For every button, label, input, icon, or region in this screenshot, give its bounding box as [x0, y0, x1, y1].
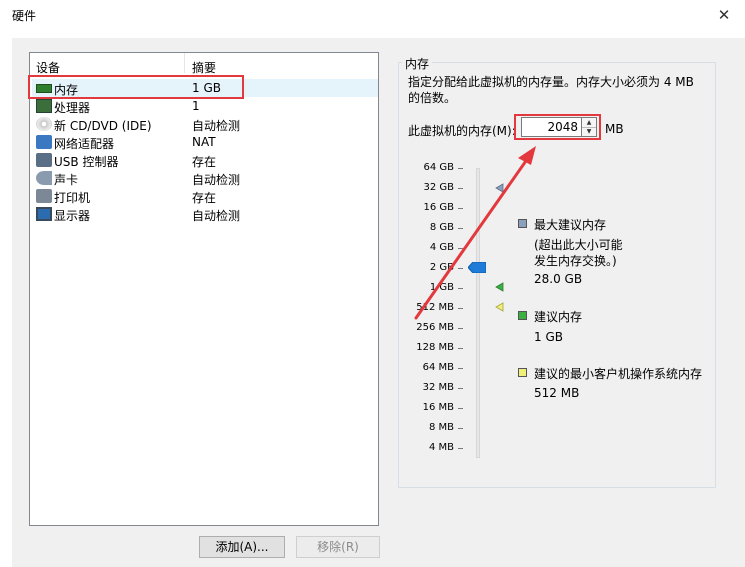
scale-label: 8 MB — [428, 422, 454, 433]
scale-tick — [458, 328, 463, 329]
network-adapter-icon — [36, 135, 52, 149]
recommended-legend-value: 1 GB — [534, 330, 563, 344]
device-name: USB 控制器 — [54, 155, 119, 169]
device-list: 设备 摘要 内存 1 GB 处理器 1 新 CD/DVD (IDE) 自动检测 … — [29, 52, 379, 526]
remove-button[interactable]: 移除(R) — [296, 536, 380, 558]
device-name: 新 CD/DVD (IDE) — [54, 119, 152, 133]
scale-tick — [458, 388, 463, 389]
device-row-network-adapter[interactable]: 网络适配器 NAT — [32, 133, 378, 151]
memory-group-title: 内存 — [402, 55, 433, 72]
display-icon — [36, 207, 52, 221]
scale-tick — [458, 188, 463, 189]
recommended-marker — [495, 282, 504, 292]
minimum-legend-swatch — [518, 368, 527, 377]
device-summary: 存在 — [192, 155, 217, 169]
scale-tick — [458, 268, 463, 269]
minimum-marker-shape — [495, 302, 504, 312]
scale-tick — [458, 408, 463, 409]
scale-label: 2 GB — [429, 262, 454, 273]
scale-label: 16 MB — [422, 402, 454, 413]
max-legend-value: 28.0 GB — [534, 272, 583, 286]
memory-size-input[interactable]: 2048 — [521, 117, 582, 137]
device-name: 网络适配器 — [54, 137, 115, 151]
device-summary: 1 — [192, 99, 200, 113]
scale-label: 64 MB — [422, 362, 454, 373]
scale-tick — [458, 428, 463, 429]
memory-field-label: 此虚拟机的内存(M): — [408, 124, 516, 138]
max-legend-note-line2: 发生内存交换。) — [534, 254, 617, 268]
column-header-summary[interactable]: 摘要 — [192, 59, 216, 76]
device-summary: NAT — [192, 135, 216, 149]
minimum-marker — [495, 302, 504, 312]
sound-card-icon — [36, 171, 52, 185]
max-legend-swatch — [518, 219, 527, 228]
device-row-display[interactable]: 显示器 自动检测 — [32, 205, 378, 223]
memory-spinner[interactable]: ▲ ▼ — [582, 117, 597, 137]
scale-tick — [458, 248, 463, 249]
spin-down-icon[interactable]: ▼ — [582, 127, 596, 136]
slider-thumb-shape — [468, 262, 486, 273]
column-divider[interactable] — [184, 53, 185, 73]
scale-label: 64 GB — [423, 162, 454, 173]
device-summary: 自动检测 — [192, 209, 241, 223]
scale-tick — [458, 448, 463, 449]
scale-label: 128 MB — [416, 342, 454, 353]
max-recommended-marker — [495, 183, 504, 193]
recommended-legend-swatch — [518, 311, 527, 320]
device-name: 打印机 — [54, 191, 91, 205]
scale-tick — [458, 308, 463, 309]
device-summary: 自动检测 — [192, 119, 241, 133]
processor-icon — [36, 99, 52, 113]
scale-tick — [458, 288, 463, 289]
device-name: 显示器 — [54, 209, 91, 223]
max-legend-title: 最大建议内存 — [534, 218, 607, 232]
scale-label: 8 GB — [429, 222, 454, 233]
usb-icon — [36, 153, 52, 167]
device-row-processor[interactable]: 处理器 1 — [32, 97, 378, 115]
scale-tick — [458, 368, 463, 369]
device-row-usb-controller[interactable]: USB 控制器 存在 — [32, 151, 378, 169]
recommended-legend-title: 建议内存 — [534, 310, 583, 324]
scale-label: 32 MB — [422, 382, 454, 393]
scale-tick — [458, 208, 463, 209]
scale-label: 256 MB — [416, 322, 454, 333]
window-title: 硬件 — [12, 9, 37, 23]
max-legend-note-line1: (超出此大小可能 — [534, 238, 623, 252]
device-row-sound-card[interactable]: 声卡 自动检测 — [32, 169, 378, 187]
device-list-header: 设备 摘要 — [30, 53, 378, 76]
title-bar: 硬件 ✕ — [0, 0, 745, 30]
minimum-legend-title: 建议的最小客户机操作系统内存 — [534, 367, 703, 381]
scale-label: 512 MB — [416, 302, 454, 313]
device-summary: 1 GB — [192, 81, 221, 95]
scale-label: 4 MB — [428, 442, 454, 453]
max-marker-shape — [495, 183, 504, 193]
scale-label: 16 GB — [423, 202, 454, 213]
close-icon[interactable]: ✕ — [712, 3, 736, 27]
column-header-device[interactable]: 设备 — [36, 59, 60, 76]
device-summary: 存在 — [192, 191, 217, 205]
device-summary: 自动检测 — [192, 173, 241, 187]
device-name: 处理器 — [54, 101, 91, 115]
device-row-memory[interactable]: 内存 1 GB — [32, 79, 378, 97]
device-row-cd-dvd[interactable]: 新 CD/DVD (IDE) 自动检测 — [32, 115, 378, 133]
scale-label: 32 GB — [423, 182, 454, 193]
memory-slider-track[interactable] — [476, 168, 480, 458]
scale-tick — [458, 168, 463, 169]
scale-tick — [458, 228, 463, 229]
memory-icon — [36, 84, 52, 93]
printer-icon — [36, 189, 52, 203]
scale-tick — [458, 348, 463, 349]
scale-label: 4 GB — [429, 242, 454, 253]
minimum-legend-value: 512 MB — [534, 386, 580, 400]
memory-slider-thumb[interactable] — [468, 262, 486, 273]
memory-unit: MB — [605, 122, 624, 136]
device-name: 声卡 — [54, 173, 79, 187]
cd-dvd-icon — [36, 117, 52, 131]
device-row-printer[interactable]: 打印机 存在 — [32, 187, 378, 205]
device-name: 内存 — [54, 83, 79, 97]
add-button[interactable]: 添加(A)... — [199, 536, 285, 558]
memory-description: 指定分配给此虚拟机的内存量。内存大小必须为 4 MB 的倍数。 — [408, 75, 694, 105]
scale-label: 1 GB — [429, 282, 454, 293]
recommended-marker-shape — [495, 282, 504, 292]
